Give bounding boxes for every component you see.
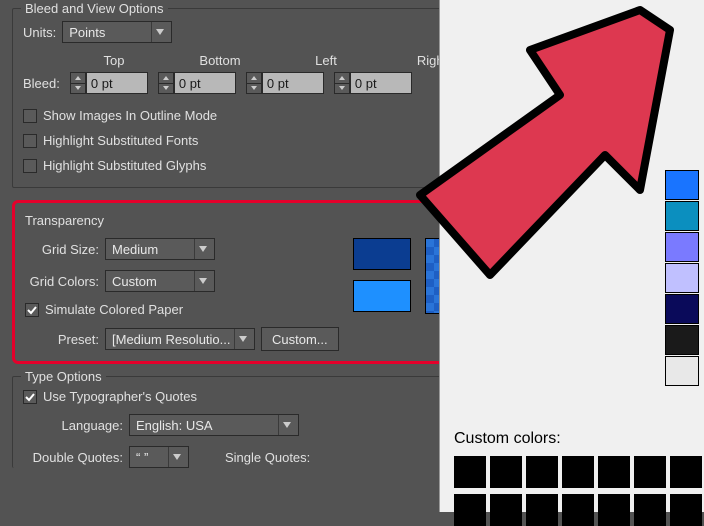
color-swatch[interactable] (665, 201, 699, 231)
chevron-down-icon (168, 447, 184, 467)
double-quotes-select[interactable]: “ ” (129, 446, 189, 468)
bleed-label: Bleed: (23, 76, 60, 91)
chevron-down-icon (194, 239, 210, 259)
show-images-label: Show Images In Outline Mode (43, 108, 217, 123)
type-options-legend: Type Options (21, 369, 106, 384)
double-quotes-label: Double Quotes: (23, 450, 123, 465)
hl-fonts-checkbox[interactable] (23, 134, 37, 148)
color-swatch[interactable] (665, 325, 699, 355)
grid-colors-label: Grid Colors: (25, 274, 99, 289)
typo-quotes-label: Use Typographer's Quotes (43, 389, 197, 404)
bleed-bottom-input[interactable]: 0 pt (174, 72, 236, 94)
grid-colors-select[interactable]: Custom (105, 270, 215, 292)
grid-size-select[interactable]: Medium (105, 238, 215, 260)
bleed-top-input[interactable]: 0 pt (86, 72, 148, 94)
bleed-left-header: Left (287, 53, 365, 68)
custom-button[interactable]: Custom... (261, 327, 339, 351)
bleed-right-stepper[interactable] (334, 72, 350, 94)
custom-color-cell[interactable] (562, 494, 594, 526)
custom-colors-label: Custom colors: (454, 430, 704, 448)
custom-color-cell[interactable] (670, 494, 702, 526)
color-swatch[interactable] (665, 170, 699, 200)
color-picker-panel: Custom colors: (439, 0, 704, 512)
bleed-left-stepper[interactable] (246, 72, 262, 94)
bleed-right-input[interactable]: 0 pt (350, 72, 412, 94)
color-swatch[interactable] (665, 294, 699, 324)
chevron-up-icon (71, 73, 85, 84)
bleed-top-stepper[interactable] (70, 72, 86, 94)
custom-color-cell[interactable] (490, 456, 522, 488)
typo-quotes-checkbox[interactable] (23, 390, 37, 404)
custom-color-cell[interactable] (454, 456, 486, 488)
color-swatch[interactable] (665, 232, 699, 262)
bleed-bottom-stepper[interactable] (158, 72, 174, 94)
custom-color-cell[interactable] (598, 494, 630, 526)
light-color-swatch[interactable] (353, 280, 411, 312)
preset-select[interactable]: [Medium Resolutio... (105, 328, 255, 350)
language-label: Language: (23, 418, 123, 433)
custom-color-cell[interactable] (490, 494, 522, 526)
custom-color-cell[interactable] (526, 456, 558, 488)
grid-size-label: Grid Size: (25, 242, 99, 257)
chevron-down-icon (151, 22, 167, 42)
custom-color-cell[interactable] (454, 494, 486, 526)
hl-glyphs-checkbox[interactable] (23, 159, 37, 173)
simulate-paper-label: Simulate Colored Paper (45, 302, 183, 317)
units-label: Units: (23, 25, 56, 40)
show-images-checkbox[interactable] (23, 109, 37, 123)
bleed-view-legend: Bleed and View Options (21, 1, 168, 16)
dark-color-swatch[interactable] (353, 238, 411, 270)
custom-color-cell[interactable] (526, 494, 558, 526)
simulate-paper-checkbox[interactable] (25, 303, 39, 317)
units-select[interactable]: Points (62, 21, 172, 43)
bleed-left-input[interactable]: 0 pt (262, 72, 324, 94)
chevron-down-icon (278, 415, 294, 435)
custom-color-cell[interactable] (634, 494, 666, 526)
custom-color-cell[interactable] (562, 456, 594, 488)
hl-fonts-label: Highlight Substituted Fonts (43, 133, 198, 148)
custom-color-cell[interactable] (634, 456, 666, 488)
chevron-down-icon (194, 271, 210, 291)
language-select[interactable]: English: USA (129, 414, 299, 436)
chevron-down-icon (71, 84, 85, 94)
custom-color-cell[interactable] (598, 456, 630, 488)
preset-label: Preset: (25, 332, 99, 347)
single-quotes-label: Single Quotes: (225, 450, 310, 465)
bleed-top-header: Top (75, 53, 153, 68)
bleed-bottom-header: Bottom (181, 53, 259, 68)
color-swatch[interactable] (665, 356, 699, 386)
color-swatch[interactable] (665, 263, 699, 293)
hl-glyphs-label: Highlight Substituted Glyphs (43, 158, 206, 173)
custom-color-cell[interactable] (670, 456, 702, 488)
chevron-down-icon (234, 329, 250, 349)
